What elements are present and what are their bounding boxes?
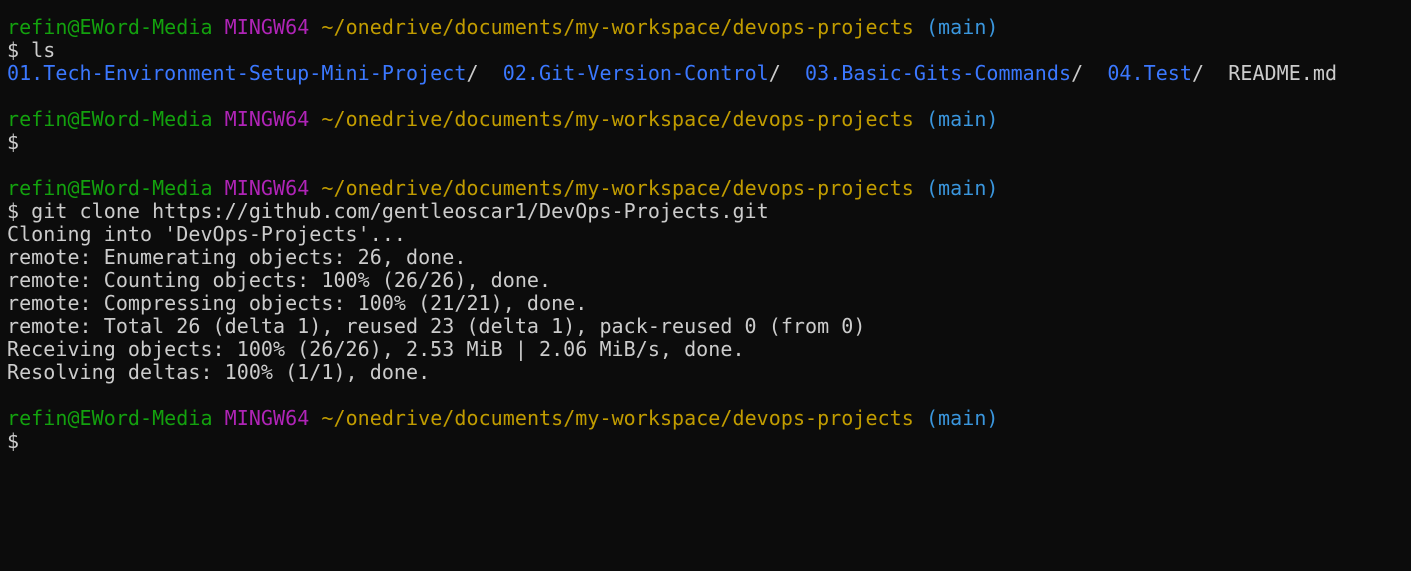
command-line: $ ls (7, 38, 56, 62)
output-line: Receiving objects: 100% (26/26), 2.53 Mi… (7, 337, 745, 361)
prompt-system: MINGW64 (224, 107, 310, 131)
directory-entry: 02.Git-Version-Control (502, 61, 769, 85)
prompt-branch: (main) (925, 176, 999, 200)
directory-suffix: / (1071, 61, 1084, 85)
command-input-line[interactable]: $ (7, 430, 1411, 453)
prompt-line: refin@EWord-Media MINGW64 ~/onedrive/doc… (7, 407, 1411, 430)
prompt-path: ~/onedrive/documents/my-workspace/devops… (321, 176, 914, 200)
prompt-line: refin@EWord-Media MINGW64 ~/onedrive/doc… (7, 177, 1411, 200)
directory-entry: 04.Test (1107, 61, 1192, 85)
prompt-branch: (main) (925, 15, 999, 39)
prompt-system: MINGW64 (224, 15, 310, 39)
prompt-path: ~/onedrive/documents/my-workspace/devops… (321, 15, 914, 39)
terminal-window[interactable]: refin@EWord-Media MINGW64 ~/onedrive/doc… (0, 0, 1411, 571)
output-line: Resolving deltas: 100% (1/1), done. (7, 360, 431, 384)
prompt-user: refin@EWord-Media (7, 406, 213, 430)
directory-entry: 01.Tech-Environment-Setup-Mini-Project (7, 61, 467, 85)
directory-entry: 03.Basic-Gits-Commands (805, 61, 1072, 85)
prompt-user: refin@EWord-Media (7, 107, 213, 131)
prompt-user: refin@EWord-Media (7, 15, 213, 39)
directory-suffix: / (768, 61, 781, 85)
command-line: $ git clone https://github.com/gentleosc… (7, 199, 769, 223)
prompt-path: ~/onedrive/documents/my-workspace/devops… (321, 107, 914, 131)
output-line: remote: Compressing objects: 100% (21/21… (7, 291, 588, 315)
prompt-line: refin@EWord-Media MINGW64 ~/onedrive/doc… (7, 108, 1411, 131)
prompt-branch: (main) (925, 406, 999, 430)
output-line: remote: Counting objects: 100% (26/26), … (7, 268, 552, 292)
prompt-path: ~/onedrive/documents/my-workspace/devops… (321, 406, 914, 430)
prompt-branch: (main) (925, 107, 999, 131)
ls-listing: 01.Tech-Environment-Setup-Mini-Project/ … (7, 62, 1411, 85)
file-entry: README.md (1228, 61, 1338, 85)
output-line: remote: Total 26 (delta 1), reused 23 (d… (7, 314, 866, 338)
output-line: Cloning into 'DevOps-Projects'... (7, 222, 407, 246)
prompt-line: refin@EWord-Media MINGW64 ~/onedrive/doc… (7, 16, 1411, 39)
output-line: remote: Enumerating objects: 26, done. (7, 245, 467, 269)
directory-suffix: / (466, 61, 479, 85)
command-line: $ (7, 130, 20, 154)
prompt-system: MINGW64 (224, 176, 310, 200)
prompt-system: MINGW64 (224, 406, 310, 430)
directory-suffix: / (1191, 61, 1205, 85)
prompt-user: refin@EWord-Media (7, 176, 213, 200)
